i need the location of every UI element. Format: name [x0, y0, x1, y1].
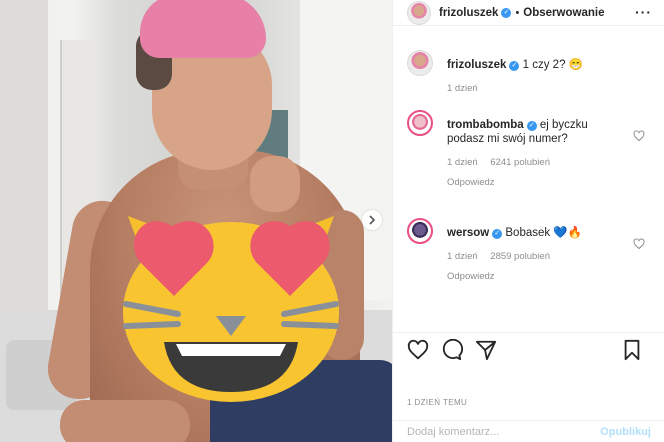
post-timestamp: 1 DZIEŃ TEMU	[407, 398, 468, 407]
photo-subject	[140, 0, 266, 58]
list-item: wersow ✓ Bobasek 💙🔥 1 dzień 2859 polubień…	[393, 208, 664, 284]
comment-age: 1 dzień	[447, 251, 478, 262]
comments-list: frizoluszek ✓ 1 czy 2? 😁 1 dzień trombabo…	[393, 40, 664, 284]
comment-meta: 1 dzień 2859 polubień	[447, 250, 627, 264]
separator-dot: •	[515, 6, 520, 19]
comment-author[interactable]: wersow	[447, 227, 489, 239]
post-photo[interactable]	[0, 0, 392, 442]
caption-emoji: 😁	[568, 59, 583, 71]
add-comment-bar: Opublikuj	[393, 420, 664, 442]
post-actions	[393, 332, 664, 361]
avatar[interactable]	[407, 218, 433, 244]
reply-button[interactable]: Odpowiedz	[447, 270, 627, 284]
heart-icon[interactable]	[633, 238, 645, 250]
heart-eyes-cat-emoji	[123, 216, 339, 402]
list-item: trombabomba ✓ ej byczku podasz mi swój nu…	[393, 100, 664, 190]
post-header: frizoluszek ✓ • Obserwowanie ···	[393, 0, 664, 26]
comment-text: trombabomba ✓ ej byczku podasz mi swój nu…	[447, 100, 627, 190]
post-side-panel: frizoluszek ✓ • Obserwowanie ··· frizolu…	[392, 0, 664, 442]
comment-text: wersow ✓ Bobasek 💙🔥 1 dzień 2859 polubień…	[447, 208, 627, 284]
publish-button[interactable]: Opublikuj	[600, 426, 651, 438]
photo-subject	[60, 400, 190, 442]
author-username[interactable]: frizoluszek	[439, 7, 498, 19]
comment-author[interactable]: trombabomba	[447, 119, 524, 131]
comment-meta: 1 dzień 6241 polubień	[447, 156, 627, 170]
heart-icon[interactable]	[633, 130, 645, 142]
comment-input[interactable]	[407, 425, 607, 438]
caption-author[interactable]: frizoluszek	[447, 59, 506, 71]
comment-body: Bobasek 💙🔥	[505, 227, 582, 239]
caption-row: frizoluszek ✓ 1 czy 2? 😁 1 dzień	[393, 40, 664, 96]
caption-text: 1 czy 2?	[522, 59, 566, 71]
comment-likes[interactable]: 2859 polubień	[490, 251, 550, 262]
follow-button[interactable]: Obserwowanie	[523, 7, 604, 19]
share-paper-plane-icon[interactable]	[475, 339, 497, 361]
caption-age: 1 dzień	[447, 83, 478, 94]
avatar[interactable]	[407, 110, 433, 136]
avatar[interactable]	[407, 50, 433, 76]
reply-button[interactable]: Odpowiedz	[447, 176, 627, 190]
chevron-right-icon	[369, 215, 376, 225]
comment-likes[interactable]: 6241 polubień	[490, 157, 550, 168]
verified-badge-icon: ✓	[492, 229, 503, 239]
caption: frizoluszek ✓ 1 czy 2? 😁 1 dzień	[447, 40, 627, 96]
verified-badge-icon: ✓	[509, 61, 520, 71]
comment-bubble-icon[interactable]	[441, 338, 463, 361]
verified-badge-icon: ✓	[526, 121, 537, 131]
verified-badge-icon: ✓	[501, 7, 512, 18]
bookmark-icon[interactable]	[621, 339, 643, 361]
caption-meta: 1 dzień	[447, 82, 627, 96]
comment-age: 1 dzień	[447, 157, 478, 168]
more-dots-icon[interactable]: ···	[635, 4, 652, 20]
next-photo-button[interactable]	[362, 210, 382, 230]
like-heart-icon[interactable]	[407, 339, 429, 361]
avatar[interactable]	[407, 0, 431, 25]
